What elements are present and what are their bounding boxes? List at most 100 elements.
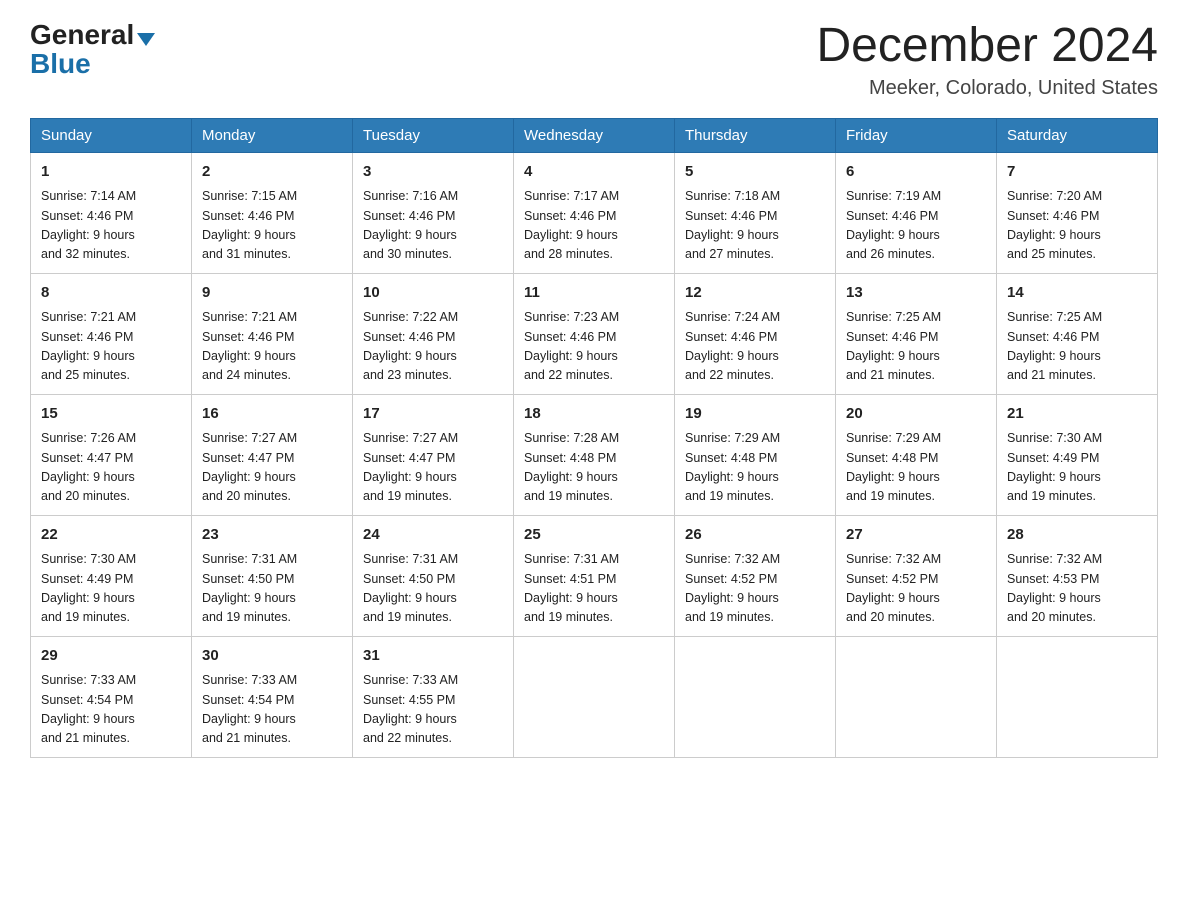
title-area: December 2024 Meeker, Colorado, United S… — [816, 20, 1158, 100]
day-info: Sunrise: 7:33 AM Sunset: 4:55 PM Dayligh… — [363, 671, 503, 749]
table-row: 8 Sunrise: 7:21 AM Sunset: 4:46 PM Dayli… — [31, 273, 192, 394]
calendar-week-row: 29 Sunrise: 7:33 AM Sunset: 4:54 PM Dayl… — [31, 636, 1158, 757]
table-row — [514, 636, 675, 757]
header-friday: Friday — [836, 118, 997, 152]
month-title: December 2024 — [816, 20, 1158, 73]
day-number: 8 — [41, 282, 181, 305]
day-number: 31 — [363, 645, 503, 668]
table-row: 4 Sunrise: 7:17 AM Sunset: 4:46 PM Dayli… — [514, 152, 675, 273]
table-row — [675, 636, 836, 757]
day-info: Sunrise: 7:16 AM Sunset: 4:46 PM Dayligh… — [363, 187, 503, 265]
table-row: 23 Sunrise: 7:31 AM Sunset: 4:50 PM Dayl… — [192, 515, 353, 636]
day-info: Sunrise: 7:25 AM Sunset: 4:46 PM Dayligh… — [1007, 308, 1147, 386]
day-info: Sunrise: 7:14 AM Sunset: 4:46 PM Dayligh… — [41, 187, 181, 265]
header-thursday: Thursday — [675, 118, 836, 152]
logo: General Blue — [30, 20, 155, 80]
day-number: 4 — [524, 161, 664, 184]
table-row: 3 Sunrise: 7:16 AM Sunset: 4:46 PM Dayli… — [353, 152, 514, 273]
table-row: 10 Sunrise: 7:22 AM Sunset: 4:46 PM Dayl… — [353, 273, 514, 394]
day-info: Sunrise: 7:32 AM Sunset: 4:52 PM Dayligh… — [685, 550, 825, 628]
day-info: Sunrise: 7:20 AM Sunset: 4:46 PM Dayligh… — [1007, 187, 1147, 265]
table-row: 15 Sunrise: 7:26 AM Sunset: 4:47 PM Dayl… — [31, 394, 192, 515]
day-number: 11 — [524, 282, 664, 305]
day-info: Sunrise: 7:27 AM Sunset: 4:47 PM Dayligh… — [363, 429, 503, 507]
day-number: 25 — [524, 524, 664, 547]
day-info: Sunrise: 7:29 AM Sunset: 4:48 PM Dayligh… — [846, 429, 986, 507]
day-info: Sunrise: 7:31 AM Sunset: 4:50 PM Dayligh… — [363, 550, 503, 628]
day-number: 10 — [363, 282, 503, 305]
table-row: 20 Sunrise: 7:29 AM Sunset: 4:48 PM Dayl… — [836, 394, 997, 515]
day-info: Sunrise: 7:30 AM Sunset: 4:49 PM Dayligh… — [1007, 429, 1147, 507]
day-info: Sunrise: 7:18 AM Sunset: 4:46 PM Dayligh… — [685, 187, 825, 265]
day-number: 18 — [524, 403, 664, 426]
table-row: 22 Sunrise: 7:30 AM Sunset: 4:49 PM Dayl… — [31, 515, 192, 636]
day-number: 30 — [202, 645, 342, 668]
day-info: Sunrise: 7:27 AM Sunset: 4:47 PM Dayligh… — [202, 429, 342, 507]
table-row: 5 Sunrise: 7:18 AM Sunset: 4:46 PM Dayli… — [675, 152, 836, 273]
day-info: Sunrise: 7:29 AM Sunset: 4:48 PM Dayligh… — [685, 429, 825, 507]
calendar-week-row: 15 Sunrise: 7:26 AM Sunset: 4:47 PM Dayl… — [31, 394, 1158, 515]
day-number: 19 — [685, 403, 825, 426]
day-info: Sunrise: 7:21 AM Sunset: 4:46 PM Dayligh… — [41, 308, 181, 386]
day-info: Sunrise: 7:15 AM Sunset: 4:46 PM Dayligh… — [202, 187, 342, 265]
table-row: 11 Sunrise: 7:23 AM Sunset: 4:46 PM Dayl… — [514, 273, 675, 394]
table-row: 25 Sunrise: 7:31 AM Sunset: 4:51 PM Dayl… — [514, 515, 675, 636]
location-title: Meeker, Colorado, United States — [816, 77, 1158, 100]
day-info: Sunrise: 7:19 AM Sunset: 4:46 PM Dayligh… — [846, 187, 986, 265]
table-row: 29 Sunrise: 7:33 AM Sunset: 4:54 PM Dayl… — [31, 636, 192, 757]
day-number: 21 — [1007, 403, 1147, 426]
header-wednesday: Wednesday — [514, 118, 675, 152]
header-sunday: Sunday — [31, 118, 192, 152]
day-number: 12 — [685, 282, 825, 305]
table-row: 26 Sunrise: 7:32 AM Sunset: 4:52 PM Dayl… — [675, 515, 836, 636]
table-row: 2 Sunrise: 7:15 AM Sunset: 4:46 PM Dayli… — [192, 152, 353, 273]
day-number: 3 — [363, 161, 503, 184]
header-saturday: Saturday — [997, 118, 1158, 152]
table-row: 7 Sunrise: 7:20 AM Sunset: 4:46 PM Dayli… — [997, 152, 1158, 273]
weekday-header-row: Sunday Monday Tuesday Wednesday Thursday… — [31, 118, 1158, 152]
day-number: 23 — [202, 524, 342, 547]
table-row: 21 Sunrise: 7:30 AM Sunset: 4:49 PM Dayl… — [997, 394, 1158, 515]
calendar-week-row: 22 Sunrise: 7:30 AM Sunset: 4:49 PM Dayl… — [31, 515, 1158, 636]
day-number: 13 — [846, 282, 986, 305]
day-number: 29 — [41, 645, 181, 668]
logo-triangle-icon — [137, 33, 155, 46]
day-number: 6 — [846, 161, 986, 184]
table-row: 30 Sunrise: 7:33 AM Sunset: 4:54 PM Dayl… — [192, 636, 353, 757]
logo-general: General — [30, 19, 134, 50]
day-info: Sunrise: 7:26 AM Sunset: 4:47 PM Dayligh… — [41, 429, 181, 507]
day-number: 1 — [41, 161, 181, 184]
table-row: 28 Sunrise: 7:32 AM Sunset: 4:53 PM Dayl… — [997, 515, 1158, 636]
day-number: 16 — [202, 403, 342, 426]
day-number: 24 — [363, 524, 503, 547]
day-info: Sunrise: 7:21 AM Sunset: 4:46 PM Dayligh… — [202, 308, 342, 386]
table-row: 16 Sunrise: 7:27 AM Sunset: 4:47 PM Dayl… — [192, 394, 353, 515]
day-number: 22 — [41, 524, 181, 547]
calendar-table: Sunday Monday Tuesday Wednesday Thursday… — [30, 118, 1158, 758]
day-info: Sunrise: 7:31 AM Sunset: 4:50 PM Dayligh… — [202, 550, 342, 628]
day-number: 9 — [202, 282, 342, 305]
day-info: Sunrise: 7:30 AM Sunset: 4:49 PM Dayligh… — [41, 550, 181, 628]
table-row: 27 Sunrise: 7:32 AM Sunset: 4:52 PM Dayl… — [836, 515, 997, 636]
day-number: 15 — [41, 403, 181, 426]
table-row — [836, 636, 997, 757]
page-header: General Blue December 2024 Meeker, Color… — [30, 20, 1158, 100]
table-row: 9 Sunrise: 7:21 AM Sunset: 4:46 PM Dayli… — [192, 273, 353, 394]
day-info: Sunrise: 7:33 AM Sunset: 4:54 PM Dayligh… — [202, 671, 342, 749]
table-row: 13 Sunrise: 7:25 AM Sunset: 4:46 PM Dayl… — [836, 273, 997, 394]
calendar-week-row: 8 Sunrise: 7:21 AM Sunset: 4:46 PM Dayli… — [31, 273, 1158, 394]
day-number: 17 — [363, 403, 503, 426]
table-row: 24 Sunrise: 7:31 AM Sunset: 4:50 PM Dayl… — [353, 515, 514, 636]
logo-blue: Blue — [30, 48, 91, 79]
table-row: 19 Sunrise: 7:29 AM Sunset: 4:48 PM Dayl… — [675, 394, 836, 515]
table-row: 12 Sunrise: 7:24 AM Sunset: 4:46 PM Dayl… — [675, 273, 836, 394]
table-row: 6 Sunrise: 7:19 AM Sunset: 4:46 PM Dayli… — [836, 152, 997, 273]
day-info: Sunrise: 7:23 AM Sunset: 4:46 PM Dayligh… — [524, 308, 664, 386]
day-info: Sunrise: 7:17 AM Sunset: 4:46 PM Dayligh… — [524, 187, 664, 265]
calendar-week-row: 1 Sunrise: 7:14 AM Sunset: 4:46 PM Dayli… — [31, 152, 1158, 273]
day-info: Sunrise: 7:32 AM Sunset: 4:53 PM Dayligh… — [1007, 550, 1147, 628]
header-tuesday: Tuesday — [353, 118, 514, 152]
day-number: 20 — [846, 403, 986, 426]
day-number: 26 — [685, 524, 825, 547]
header-monday: Monday — [192, 118, 353, 152]
